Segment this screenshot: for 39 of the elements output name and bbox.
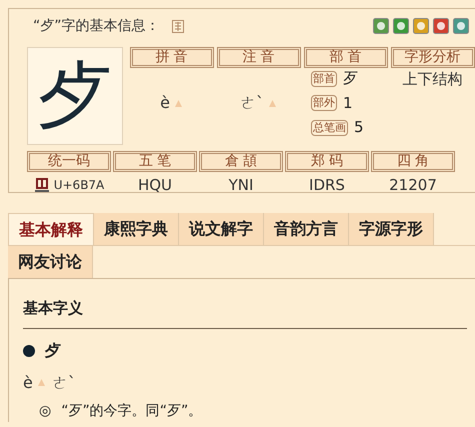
code-value: 21207 [389, 174, 437, 196]
reading-text: è [160, 92, 170, 114]
column-heading: 字形分析 [390, 47, 474, 68]
tab[interactable]: 音韵方言 [264, 213, 349, 245]
reading-text: ㄜˋ [240, 92, 264, 114]
column-heading: 五 笔 [113, 151, 197, 172]
column-heading: 倉 頡 [199, 151, 283, 172]
code-value: 上下结构 [402, 69, 462, 90]
tab[interactable]: 字源字形 [349, 213, 434, 245]
section-heading: 基本字义 [23, 279, 467, 328]
pinyin-text: è [23, 372, 33, 394]
zhuyin-text: ㄜˋ [52, 372, 76, 394]
column-heading: 郑 码 [285, 151, 369, 172]
page-title: “歺”字的基本信息： [33, 16, 160, 36]
stamp-icon[interactable] [172, 20, 184, 32]
field-label: 部首 [311, 70, 337, 86]
column-heading: 拼 音 [130, 47, 214, 68]
field-label: 部外 [311, 95, 337, 111]
field-value: 1 [343, 92, 353, 114]
bullet-icon [23, 344, 35, 356]
large-character: 歺 [38, 59, 112, 133]
tab[interactable]: 康熙字典 [94, 213, 179, 245]
column-heading: 注 音 [216, 47, 300, 68]
column-heading: 统一码 [27, 151, 111, 172]
code-value: YNI [228, 174, 254, 196]
column-heading: 四 角 [371, 151, 455, 172]
entry-character: 歺 [45, 340, 61, 362]
tab[interactable]: 网友讨论 [8, 246, 93, 278]
field-value: 5 [354, 117, 364, 138]
code-value: IDRS [309, 174, 345, 196]
code-value: U+6B7A [54, 177, 104, 194]
code-value: HQU [138, 174, 172, 196]
tab[interactable]: 基本解释 [8, 213, 94, 245]
definition-marker: ◎ [39, 402, 52, 420]
definition-text: “歹”的今字。同“歹”。 [61, 402, 202, 420]
field-label: 总笔画 [311, 120, 348, 136]
column-heading: 部 首 [304, 47, 388, 68]
field-value: 歹 [343, 68, 358, 90]
tab[interactable]: 说文解字 [179, 213, 264, 245]
